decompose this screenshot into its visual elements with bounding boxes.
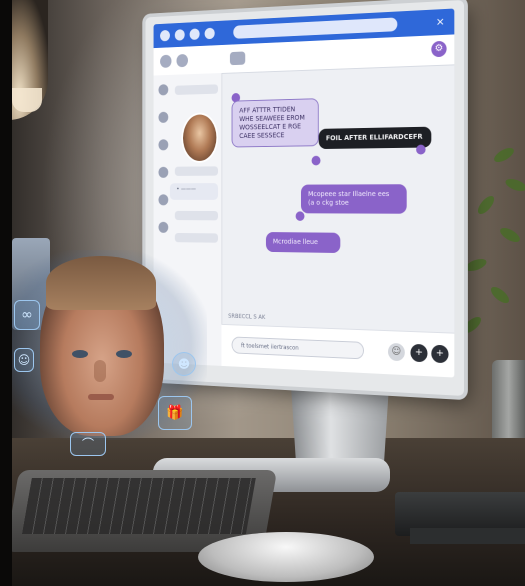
message-bubble-incoming: AFF ATTTR TTIDEN WHE SEAWEEE EROM WOSSEE…	[231, 98, 319, 148]
boy-nose	[94, 360, 106, 382]
boy-eye	[116, 350, 132, 358]
chat-icon[interactable]	[204, 27, 215, 40]
sidebar-icon-4[interactable]	[158, 166, 169, 178]
contact-row[interactable]	[174, 84, 219, 95]
book	[410, 528, 525, 544]
chat-icon: ⌒	[70, 432, 106, 456]
user-icon[interactable]	[176, 53, 188, 68]
message-bubble-outgoing: Mcopeee star Illaelne ees (a o ckg stoe	[300, 184, 407, 214]
chat-thread: AFF ATTTR TTIDEN WHE SEAWEEE EROM WOSSEE…	[221, 64, 454, 333]
contact-row[interactable]	[174, 232, 219, 243]
boy-hair	[46, 256, 156, 310]
link-icon: ∞	[14, 300, 40, 330]
settings-icon[interactable]: ⚙	[431, 40, 447, 58]
active-contact[interactable]: • ———	[169, 183, 219, 200]
add-button[interactable]: +	[410, 343, 428, 363]
left-frame-edge	[0, 0, 12, 586]
sidebar-icon-2[interactable]	[158, 111, 169, 123]
face-icon: ☻	[172, 352, 196, 376]
close-icon[interactable]: ×	[436, 15, 445, 29]
scene: × ⚙ • ——— AFF ATTTR TTIDEN WHE SEAWEEE E…	[0, 0, 525, 586]
computer-mouse	[198, 532, 374, 582]
boy-mouth	[88, 394, 114, 400]
message-input[interactable]: ft toelsmet iiertrascon	[231, 336, 364, 360]
boy-eye	[72, 350, 88, 358]
composer: ft toelsmet iiertrascon ☺ + +	[221, 323, 455, 378]
message-bubble-dark: FOIL AFTER ELLIFARDCEFR	[318, 126, 432, 150]
message-marker	[416, 144, 426, 155]
active-contact-label: • ———	[176, 185, 196, 193]
home-icon[interactable]	[174, 29, 185, 41]
gift-icon: 🎁	[158, 396, 192, 430]
back-icon[interactable]	[160, 54, 172, 68]
chat-status: SRBECCL S AK	[228, 312, 266, 321]
lamp-shade	[12, 88, 42, 112]
sidebar-icon-1[interactable]	[158, 84, 169, 96]
sidebar-icon-5[interactable]	[158, 194, 169, 206]
contact-row[interactable]	[174, 210, 219, 221]
sidebar-icon-6[interactable]	[158, 221, 169, 233]
message-bubble-outgoing: Mcrodiae lleue	[265, 232, 341, 254]
sidebar-icon-3[interactable]	[158, 139, 169, 151]
user-icon: ☺	[14, 348, 34, 372]
message-marker	[295, 211, 305, 221]
address-bar[interactable]	[233, 17, 398, 39]
menu-icon[interactable]	[160, 29, 170, 42]
contact-row[interactable]	[174, 166, 219, 176]
send-button[interactable]: +	[431, 344, 449, 364]
contact-header-icon[interactable]	[229, 51, 246, 66]
people-icon[interactable]	[189, 28, 200, 40]
message-marker	[311, 155, 321, 166]
emoji-button[interactable]: ☺	[388, 342, 405, 362]
avatar[interactable]	[181, 112, 219, 163]
